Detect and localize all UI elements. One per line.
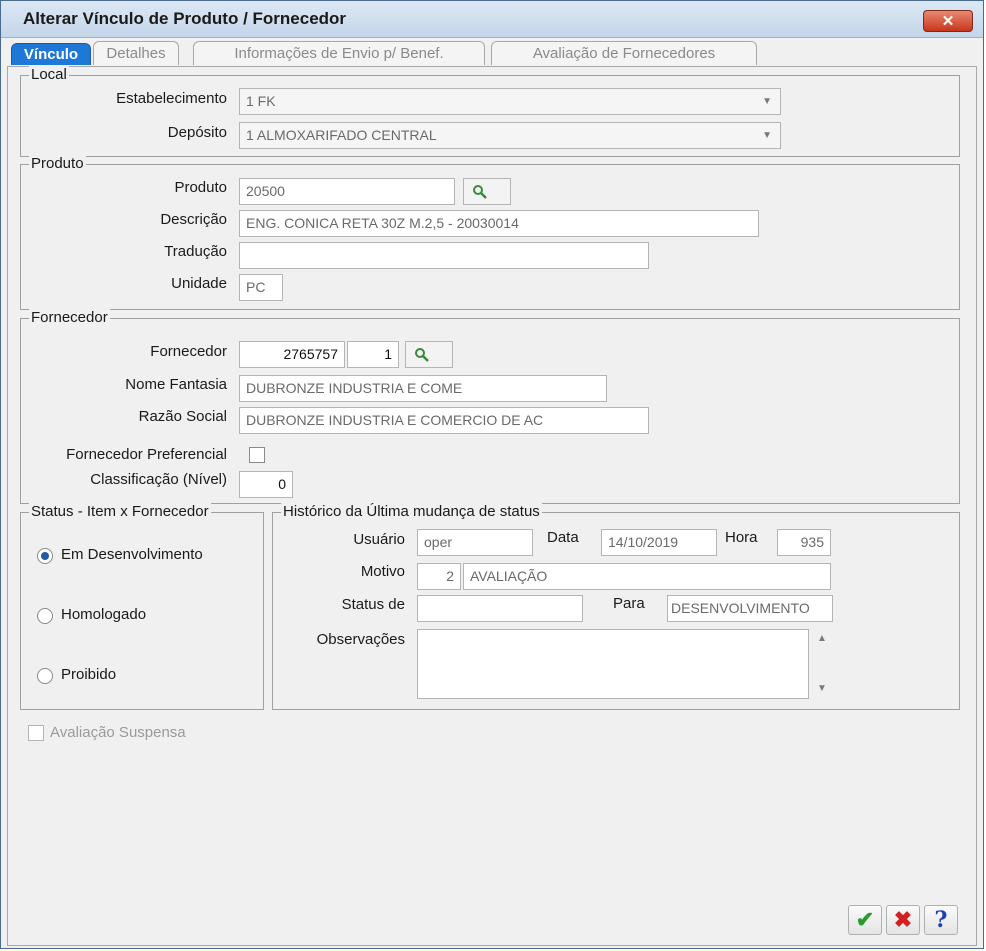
search-icon — [415, 348, 429, 362]
classificacao-label: Classificação (Nível) — [90, 471, 227, 488]
group-local: Local Estabelecimento 1 FK ▼ Depósito 1 … — [20, 66, 960, 157]
hora-label: Hora — [725, 529, 758, 546]
fornecedor-preferencial-label: Fornecedor Preferencial — [66, 446, 227, 463]
hora-input[interactable]: 935 — [777, 529, 831, 556]
tab-panel-vinculo: Local Estabelecimento 1 FK ▼ Depósito 1 … — [7, 66, 977, 946]
data-input[interactable]: 14/10/2019 — [601, 529, 717, 556]
search-icon — [473, 185, 487, 199]
help-button[interactable]: ? — [924, 905, 958, 935]
radio-proibido[interactable] — [37, 668, 53, 684]
avaliacao-suspensa-label[interactable]: Avaliação Suspensa — [50, 724, 186, 741]
usuario-label: Usuário — [353, 531, 405, 548]
observacoes-scrollbar[interactable]: ▲ ▼ — [811, 629, 831, 699]
fornecedor-code-input[interactable]: 2765757 — [239, 341, 345, 368]
radio-proibido-label[interactable]: Proibido — [61, 666, 116, 683]
group-historico: Histórico da Última mudança de status Us… — [272, 503, 960, 710]
estabelecimento-value: 1 FK — [246, 93, 276, 109]
tab-detalhes[interactable]: Detalhes — [93, 41, 179, 65]
radio-homologado[interactable] — [37, 608, 53, 624]
check-icon: ✔ — [855, 907, 875, 932]
dialog-window: Alterar Vínculo de Produto / Fornecedor … — [0, 0, 984, 949]
fornecedor-lookup-button[interactable] — [405, 341, 453, 368]
window-title: Alterar Vínculo de Produto / Fornecedor — [23, 9, 347, 28]
razao-social-label: Razão Social — [138, 408, 227, 425]
produto-label: Produto — [174, 179, 227, 196]
traducao-label: Tradução — [164, 243, 227, 260]
help-icon: ? — [934, 907, 948, 933]
tab-informacoes-envio[interactable]: Informações de Envio p/ Benef. — [193, 41, 485, 65]
scroll-down-icon[interactable]: ▼ — [817, 683, 827, 694]
radio-homologado-label[interactable]: Homologado — [61, 606, 146, 623]
estabelecimento-select[interactable]: 1 FK ▼ — [239, 88, 781, 115]
deposito-select[interactable]: 1 ALMOXARIFADO CENTRAL ▼ — [239, 122, 781, 149]
title-bar: Alterar Vínculo de Produto / Fornecedor … — [1, 1, 983, 38]
observacoes-label: Observações — [316, 631, 405, 648]
scroll-up-icon[interactable]: ▲ — [817, 633, 827, 644]
radio-em-desenvolvimento[interactable] — [37, 548, 53, 564]
usuario-input[interactable]: oper — [417, 529, 533, 556]
motivo-input[interactable]: AVALIAÇÃO — [463, 563, 831, 590]
data-label: Data — [547, 529, 579, 546]
estabelecimento-label: Estabelecimento — [116, 90, 227, 107]
group-status-legend: Status - Item x Fornecedor — [29, 503, 211, 520]
motivo-label: Motivo — [360, 563, 405, 580]
group-local-legend: Local — [29, 66, 69, 83]
fornecedor-preferencial-checkbox[interactable] — [249, 447, 265, 463]
radio-em-desenvolvimento-label[interactable]: Em Desenvolvimento — [61, 546, 203, 563]
tab-avaliacao-fornecedores[interactable]: Avaliação de Fornecedores — [491, 41, 757, 65]
produto-lookup-button[interactable] — [463, 178, 511, 205]
classificacao-input[interactable]: 0 — [239, 471, 293, 498]
tab-vinculo[interactable]: Vínculo — [11, 43, 91, 65]
group-produto: Produto Produto 20500 Descrição ENG. CON… — [20, 155, 960, 310]
descricao-input[interactable]: ENG. CONICA RETA 30Z M.2,5 - 20030014 — [239, 210, 759, 237]
unidade-input[interactable]: PC — [239, 274, 283, 301]
descricao-label: Descrição — [160, 211, 227, 228]
group-fornecedor-legend: Fornecedor — [29, 309, 110, 326]
nome-fantasia-label: Nome Fantasia — [125, 376, 227, 393]
unidade-label: Unidade — [171, 275, 227, 292]
close-button[interactable]: ✕ — [923, 10, 973, 32]
cross-icon: ✖ — [893, 907, 913, 932]
fornecedor-label: Fornecedor — [150, 343, 227, 360]
traducao-input[interactable] — [239, 242, 649, 269]
status-de-input[interactable] — [417, 595, 583, 622]
avaliacao-suspensa-checkbox[interactable] — [28, 725, 44, 741]
status-de-label: Status de — [341, 596, 405, 613]
produto-input[interactable]: 20500 — [239, 178, 455, 205]
deposito-label: Depósito — [167, 124, 227, 141]
nome-fantasia-input[interactable]: DUBRONZE INDUSTRIA E COME — [239, 375, 607, 402]
cancel-button[interactable]: ✖ — [886, 905, 920, 935]
tab-bar: Vínculo Detalhes Informações de Envio p/… — [1, 39, 983, 67]
chevron-down-icon: ▼ — [762, 130, 772, 141]
deposito-value: 1 ALMOXARIFADO CENTRAL — [246, 127, 437, 143]
motivo-code-input[interactable]: 2 — [417, 563, 461, 590]
para-label: Para — [613, 595, 645, 612]
observacoes-textarea[interactable] — [417, 629, 809, 699]
para-input[interactable]: DESENVOLVIMENTO — [667, 595, 833, 622]
group-historico-legend: Histórico da Última mudança de status — [281, 503, 542, 520]
razao-social-input[interactable]: DUBRONZE INDUSTRIA E COMERCIO DE AC — [239, 407, 649, 434]
group-produto-legend: Produto — [29, 155, 86, 172]
close-icon: ✕ — [941, 13, 955, 30]
chevron-down-icon: ▼ — [762, 96, 772, 107]
group-status: Status - Item x Fornecedor Em Desenvolvi… — [20, 503, 264, 710]
fornecedor-seq-input[interactable]: 1 — [347, 341, 399, 368]
group-fornecedor: Fornecedor Fornecedor 2765757 1 Nome Fan… — [20, 309, 960, 504]
ok-button[interactable]: ✔ — [848, 905, 882, 935]
